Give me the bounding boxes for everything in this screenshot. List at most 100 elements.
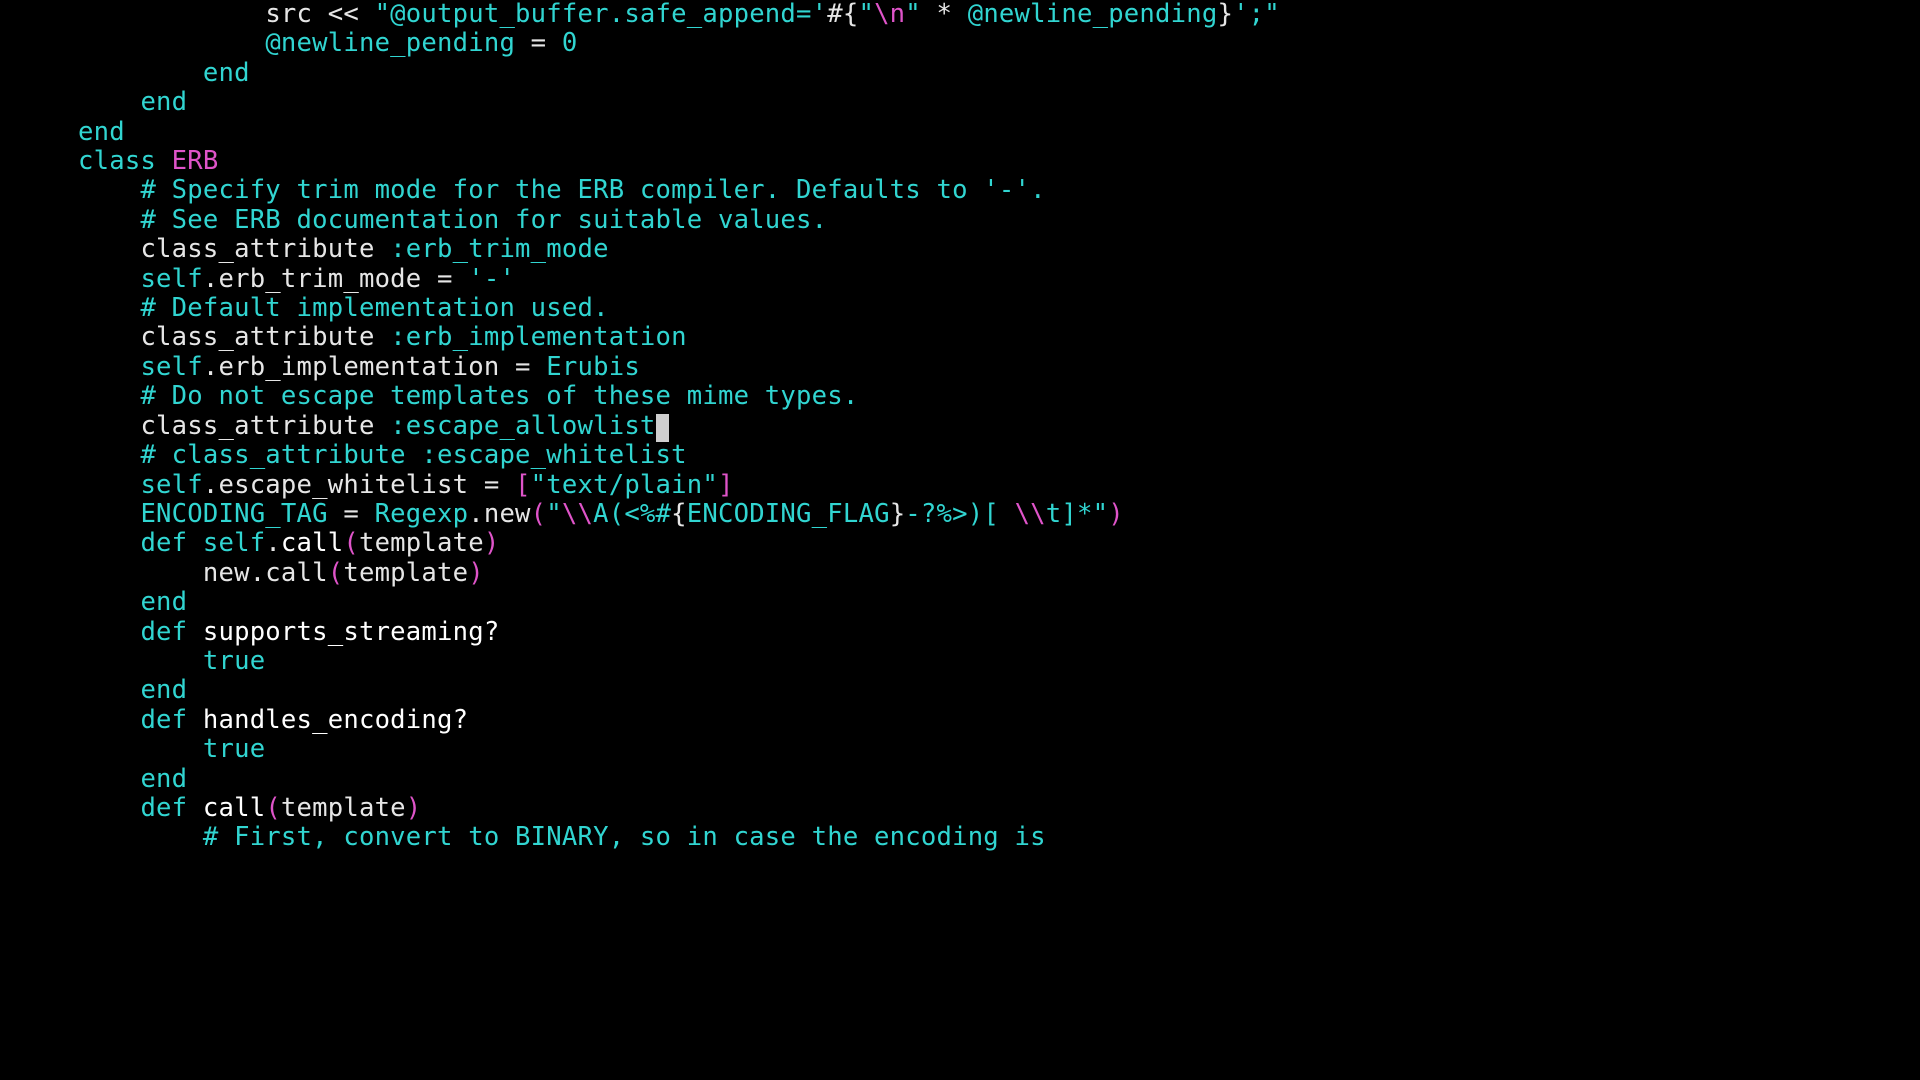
code-token: def xyxy=(140,617,187,647)
code-line[interactable]: self.erb_implementation = Erubis xyxy=(78,353,1920,382)
code-token: class_attribute xyxy=(140,411,390,441)
text-cursor xyxy=(656,414,669,442)
code-line[interactable]: true xyxy=(78,647,1920,676)
code-line[interactable]: src << "@output_buffer.safe_append='#{"\… xyxy=(78,0,1920,29)
code-token: # Default implementation used. xyxy=(140,293,608,323)
code-token: ) xyxy=(406,793,422,823)
code-token: # First, convert to BINARY, so in case t… xyxy=(203,822,1046,852)
code-token xyxy=(187,617,203,647)
code-token: \\ xyxy=(562,499,593,529)
code-token: ( xyxy=(343,528,359,558)
code-line[interactable]: # First, convert to BINARY, so in case t… xyxy=(78,823,1920,852)
code-token: template xyxy=(281,793,406,823)
code-token xyxy=(187,705,203,735)
code-token: ) xyxy=(484,528,500,558)
code-token: "text/plain" xyxy=(531,470,718,500)
code-token: template xyxy=(359,528,484,558)
code-line[interactable]: end xyxy=(78,59,1920,88)
code-token: " xyxy=(546,499,562,529)
code-token: end xyxy=(140,764,187,794)
code-token: src << xyxy=(265,0,374,29)
code-line[interactable]: end xyxy=(78,765,1920,794)
code-line[interactable]: def call(template) xyxy=(78,794,1920,823)
code-token: ( xyxy=(265,793,281,823)
code-token: def xyxy=(140,705,187,735)
code-token: A(<%# xyxy=(593,499,671,529)
code-token: ( xyxy=(328,558,344,588)
code-token: def xyxy=(140,528,187,558)
code-line[interactable]: def handles_encoding? xyxy=(78,706,1920,735)
code-line[interactable]: # Specify trim mode for the ERB compiler… xyxy=(78,176,1920,205)
code-token: end xyxy=(78,117,125,147)
code-line[interactable]: # See ERB documentation for suitable val… xyxy=(78,206,1920,235)
code-token: -?%>)[ xyxy=(905,499,1014,529)
code-token: Erubis xyxy=(546,352,640,382)
code-token: # See ERB documentation for suitable val… xyxy=(140,205,827,235)
code-token: # Specify trim mode for the ERB compiler… xyxy=(140,175,1045,205)
code-token: # Do not escape templates of these mime … xyxy=(140,381,858,411)
code-line[interactable]: # Do not escape templates of these mime … xyxy=(78,382,1920,411)
code-token: call xyxy=(281,528,343,558)
code-line[interactable]: # class_attribute :escape_whitelist xyxy=(78,441,1920,470)
code-editor[interactable]: src << "@output_buffer.safe_append='#{"\… xyxy=(0,0,1920,853)
code-token: new.call xyxy=(203,558,328,588)
code-line[interactable]: ENCODING_TAG = Regexp.new("\\A(<%#{ENCOD… xyxy=(78,500,1920,529)
code-line[interactable]: self.escape_whitelist = ["text/plain"] xyxy=(78,471,1920,500)
code-token: end xyxy=(140,587,187,617)
code-token: end xyxy=(140,675,187,705)
code-line[interactable]: self.erb_trim_mode = '-' xyxy=(78,265,1920,294)
code-line[interactable]: class_attribute :erb_implementation xyxy=(78,323,1920,352)
code-token: ';" xyxy=(1233,0,1280,29)
code-token: " xyxy=(858,0,874,29)
code-token xyxy=(156,146,172,176)
code-token: [ xyxy=(515,470,531,500)
code-token: @newline_pending xyxy=(968,0,1218,29)
code-token: .erb_trim_mode = xyxy=(203,264,468,294)
code-token: self xyxy=(140,264,202,294)
code-token: t]*" xyxy=(1046,499,1108,529)
code-token: = xyxy=(515,28,562,58)
code-token: :escape_allowlist xyxy=(390,411,655,441)
code-token: # class_attribute :escape_whitelist xyxy=(140,440,686,470)
code-token: .new xyxy=(468,499,530,529)
code-line[interactable]: class_attribute :erb_trim_mode xyxy=(78,235,1920,264)
code-line[interactable]: def supports_streaming? xyxy=(78,618,1920,647)
code-token: * xyxy=(921,0,968,29)
code-token: class_attribute xyxy=(140,234,390,264)
code-token: true xyxy=(203,734,265,764)
code-token: end xyxy=(203,58,250,88)
code-token xyxy=(187,793,203,823)
code-token: class xyxy=(78,146,156,176)
code-line[interactable]: class ERB xyxy=(78,147,1920,176)
code-line[interactable]: # Default implementation used. xyxy=(78,294,1920,323)
code-token: template xyxy=(343,558,468,588)
code-token: ENCODING_FLAG xyxy=(687,499,890,529)
code-token: self xyxy=(140,470,202,500)
code-line[interactable]: def self.call(template) xyxy=(78,529,1920,558)
code-token: ENCODING_TAG xyxy=(140,499,327,529)
code-token: end xyxy=(140,87,187,117)
code-line[interactable]: end xyxy=(78,676,1920,705)
code-token: true xyxy=(203,646,265,676)
code-token: } xyxy=(890,499,906,529)
code-token: ) xyxy=(468,558,484,588)
code-token: def xyxy=(140,793,187,823)
code-token: . xyxy=(265,528,281,558)
code-token: '-' xyxy=(468,264,515,294)
code-token: call xyxy=(203,793,265,823)
code-token: self xyxy=(140,352,202,382)
code-token: .erb_implementation = xyxy=(203,352,546,382)
code-line[interactable]: class_attribute :escape_allowlist xyxy=(78,412,1920,441)
code-line[interactable]: new.call(template) xyxy=(78,559,1920,588)
code-line[interactable]: true xyxy=(78,735,1920,764)
code-line[interactable]: end xyxy=(78,88,1920,117)
code-token: = xyxy=(328,499,375,529)
code-token: supports_streaming? xyxy=(203,617,500,647)
code-line[interactable]: @newline_pending = 0 xyxy=(78,29,1920,58)
code-token: :erb_trim_mode xyxy=(390,234,609,264)
code-token: ( xyxy=(531,499,547,529)
code-token: ) xyxy=(1108,499,1124,529)
code-token: \n xyxy=(874,0,905,29)
code-line[interactable]: end xyxy=(78,118,1920,147)
code-line[interactable]: end xyxy=(78,588,1920,617)
